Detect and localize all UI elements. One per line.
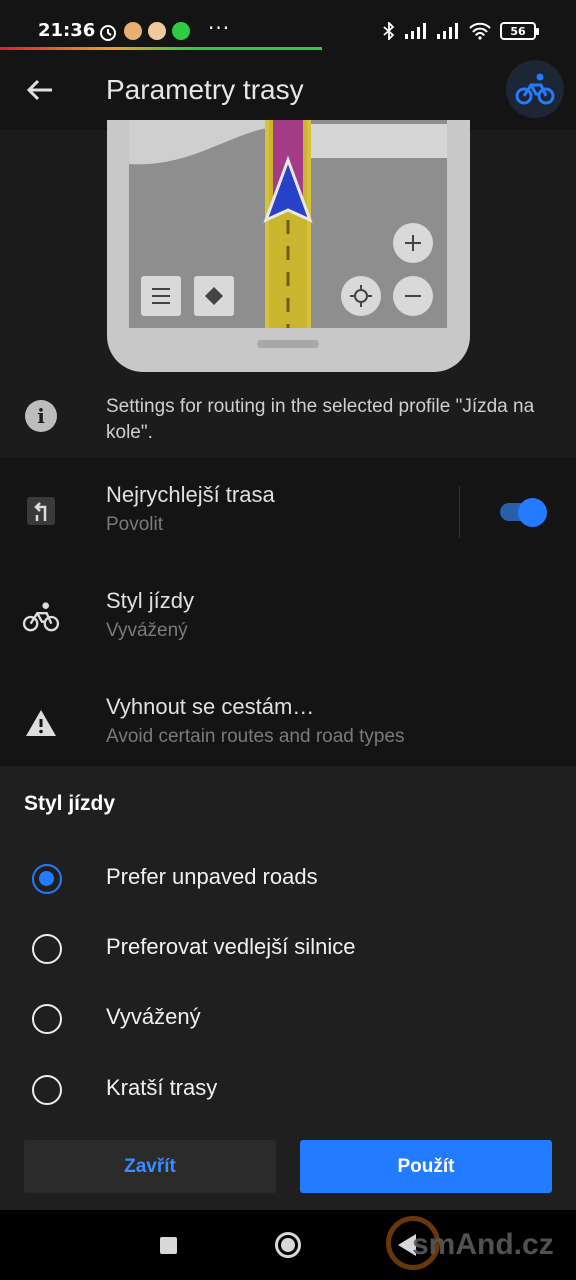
option-prefer-unpaved[interactable]: Prefer unpaved roads [0,842,576,912]
fastest-route-icon [22,494,60,528]
home-indicator [257,340,319,348]
status-bar: 21:36 ··· 56 [0,0,576,50]
setting-title: Nejrychlejší trasa [106,482,275,507]
setting-riding-style[interactable]: Styl jízdy Vyvážený [0,564,576,670]
divider [459,486,460,538]
radio-selected[interactable] [32,864,62,894]
app-notification-icon [148,22,166,40]
back-arrow-icon[interactable] [22,72,58,108]
setting-subtitle: Avoid certain routes and road types [106,726,405,747]
signal-icon [405,23,426,39]
radio-unselected[interactable] [32,1004,62,1034]
battery-icon: 56 [500,22,539,40]
toggle-thumb [518,498,547,527]
option-label: Prefer unpaved roads [106,864,318,889]
setting-subtitle: Povolit [106,514,164,535]
setting-title: Vyhnout se cestám… [106,694,315,719]
warning-icon [22,706,60,740]
radio-unselected[interactable] [32,934,62,964]
recents-icon[interactable] [160,1237,177,1254]
app-notification-icon [172,22,190,40]
watermark: smAnd.cz [384,1216,576,1276]
riding-style-sheet: Styl jízdy Prefer unpaved roads Preferov… [0,766,576,1210]
info-row: i Settings for routing in the selected p… [0,390,576,458]
info-text: Settings for routing in the selected pro… [106,396,535,443]
bicycle-icon [22,600,60,634]
wifi-icon [469,22,491,40]
close-button[interactable]: Zavřít [24,1140,276,1193]
watermark-text: smAnd.cz [412,1228,554,1261]
option-label: Kratší trasy [106,1075,218,1100]
map-illustration [129,120,447,328]
option-prefer-side-roads[interactable]: Preferovat vedlejší silnice [0,912,576,982]
bicycle-icon [515,73,555,105]
fastest-route-toggle[interactable] [500,498,547,527]
option-balanced[interactable]: Vyvážený [0,982,576,1052]
radio-unselected[interactable] [32,1075,62,1105]
alarm-icon [100,25,116,41]
setting-fastest-route[interactable]: Nejrychlejší trasa Povolit [0,458,576,564]
setting-title: Styl jízdy [106,588,195,613]
setting-subtitle: Vyvážený [106,620,188,641]
app-notification-icon [124,22,142,40]
option-label: Preferovat vedlejší silnice [106,934,356,959]
status-time: 21:36 [38,20,96,41]
notification-icons [98,22,190,42]
status-icons: 56 [382,22,539,40]
profile-button[interactable] [506,60,564,118]
option-label: Vyvážený [106,1004,201,1029]
sheet-title: Styl jízdy [24,792,116,815]
app-bar: Parametry trasy [0,50,576,130]
info-icon: i [25,400,57,432]
route-preview-section: i Settings for routing in the selected p… [0,120,576,458]
settings-list: Nejrychlejší trasa Povolit Styl jízdy Vy… [0,458,576,766]
apply-button[interactable]: Použít [300,1140,552,1193]
page-title: Parametry trasy [106,74,304,105]
option-shorter-routes[interactable]: Kratší trasy [0,1053,576,1123]
phone-illustration [107,120,470,372]
more-notifications-icon: ··· [208,16,231,40]
home-icon[interactable] [275,1232,301,1258]
setting-avoid-roads[interactable]: Vyhnout se cestám… Avoid certain routes … [0,670,576,776]
bluetooth-icon [383,22,395,40]
signal-icon [437,23,458,39]
